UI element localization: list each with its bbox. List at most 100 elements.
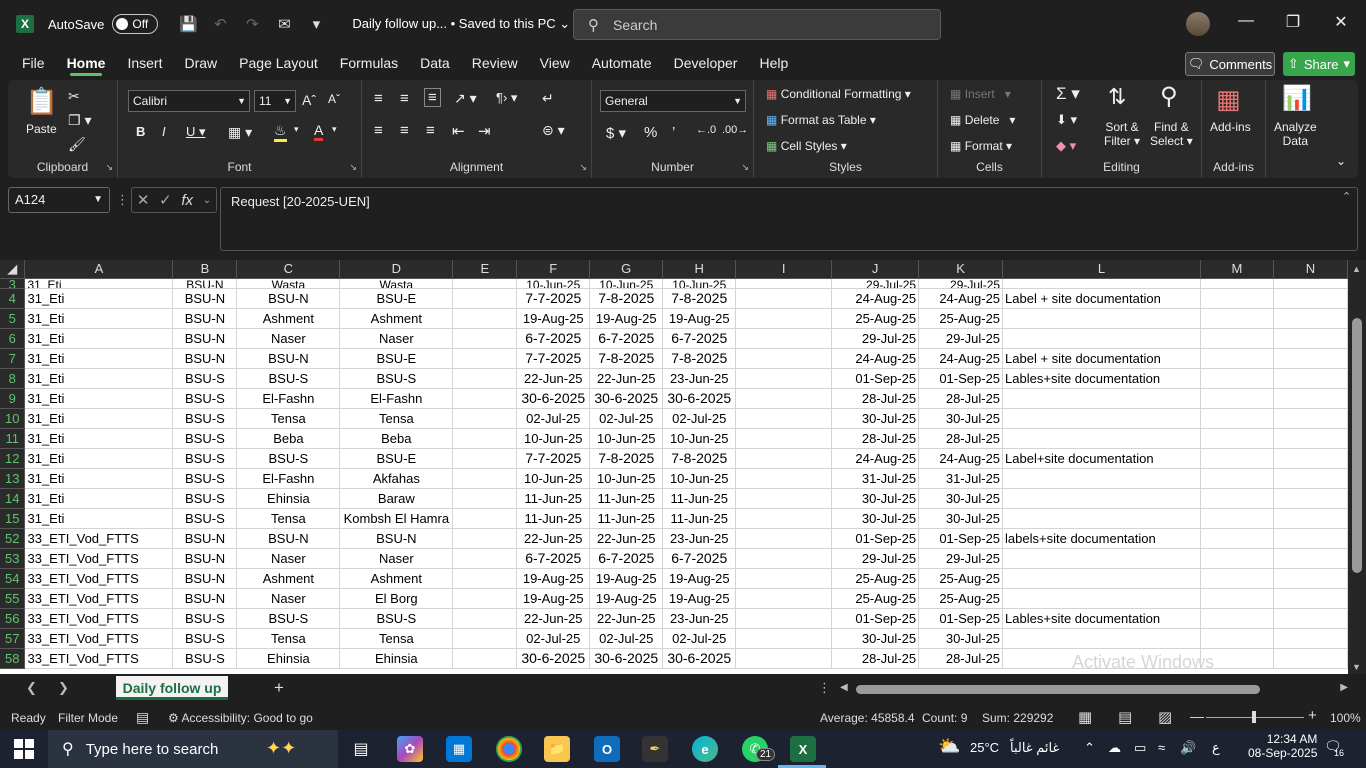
- column-header-k[interactable]: K: [918, 260, 1004, 279]
- search-input[interactable]: ⚲ Search: [573, 9, 941, 40]
- tab-view[interactable]: View: [529, 48, 581, 78]
- cell-d[interactable]: Akfahas: [339, 468, 454, 489]
- cell-m[interactable]: [1200, 368, 1274, 389]
- cell-a[interactable]: 31_Eti: [24, 288, 174, 309]
- wrap-text-icon[interactable]: ↵: [542, 90, 554, 107]
- cell-a[interactable]: 33_ETI_Vod_FTTS: [24, 588, 174, 609]
- launcher-icon[interactable]: ↘: [741, 162, 749, 173]
- row-header[interactable]: 55: [0, 588, 26, 609]
- cell-n[interactable]: [1273, 408, 1348, 429]
- cell-m[interactable]: [1200, 528, 1274, 549]
- cell-b[interactable]: BSU-S: [172, 448, 238, 469]
- cell-d[interactable]: Baraw: [339, 488, 454, 509]
- zoom-level[interactable]: 100%: [1330, 711, 1361, 725]
- cancel-icon[interactable]: ✕: [137, 191, 150, 209]
- row-header[interactable]: 57: [0, 628, 26, 649]
- cell-j[interactable]: 31-Jul-25: [831, 468, 920, 489]
- cell-b[interactable]: BSU-N: [172, 588, 238, 609]
- chrome-icon[interactable]: [496, 736, 522, 762]
- cell-j[interactable]: 24-Aug-25: [831, 448, 920, 469]
- cell-c[interactable]: Tensa: [236, 508, 341, 529]
- cell-n[interactable]: [1273, 488, 1348, 509]
- cell-l[interactable]: [1002, 508, 1201, 529]
- cell-f[interactable]: 30-6-2025: [516, 388, 591, 409]
- clear-icon[interactable]: ◆ ▾: [1056, 138, 1076, 154]
- cell-g[interactable]: 02-Jul-25: [589, 408, 664, 429]
- cell-e[interactable]: [452, 528, 518, 549]
- cell-m[interactable]: [1200, 348, 1274, 369]
- cell-j[interactable]: 30-Jul-25: [831, 408, 920, 429]
- cell-e[interactable]: [452, 288, 518, 309]
- cell-d[interactable]: BSU-E: [339, 348, 454, 369]
- cell-l[interactable]: [1002, 278, 1201, 289]
- cell-i[interactable]: [735, 388, 833, 409]
- autosum-icon[interactable]: Σ ▾: [1056, 84, 1080, 104]
- cell-m[interactable]: [1200, 648, 1274, 669]
- cell-a[interactable]: 31_Eti: [24, 488, 174, 509]
- cell-l[interactable]: [1002, 388, 1201, 409]
- cell-j[interactable]: 28-Jul-25: [831, 388, 920, 409]
- cell-c[interactable]: Naser: [236, 548, 341, 569]
- cell-f[interactable]: 6-7-2025: [516, 328, 591, 349]
- cell-k[interactable]: 01-Sep-25: [918, 368, 1004, 389]
- select-all-icon[interactable]: ◢: [0, 260, 26, 279]
- cell-e[interactable]: [452, 648, 518, 669]
- cell-h[interactable]: 7-8-2025: [662, 288, 737, 309]
- cell-b[interactable]: BSU-N: [172, 528, 238, 549]
- horizontal-scrollbar[interactable]: ◀ ▶: [840, 682, 1348, 696]
- cell-h[interactable]: 02-Jul-25: [662, 628, 737, 649]
- scroll-up-icon[interactable]: ▲: [1352, 264, 1361, 274]
- collapse-formula-icon[interactable]: ⌃: [1342, 190, 1351, 203]
- cell-i[interactable]: [735, 328, 833, 349]
- cell-n[interactable]: [1273, 428, 1348, 449]
- zoom-slider-handle[interactable]: [1252, 711, 1256, 723]
- increase-indent-icon[interactable]: ⇥: [478, 122, 491, 140]
- cell-i[interactable]: [735, 348, 833, 369]
- row-header[interactable]: 53: [0, 548, 26, 569]
- cell-h[interactable]: 30-6-2025: [662, 388, 737, 409]
- worksheet-grid[interactable]: ◢ ABCDEFGHIJKLMN 3 31_Eti BSU-N Wasta Wasta 1…: [0, 260, 1348, 674]
- cell-f[interactable]: 02-Jul-25: [516, 628, 591, 649]
- cell-l[interactable]: Label + site documentation: [1002, 348, 1201, 369]
- windows-start-icon[interactable]: [14, 739, 34, 759]
- tab-help[interactable]: Help: [748, 48, 799, 78]
- row-header[interactable]: 13: [0, 468, 26, 489]
- cell-b[interactable]: BSU-N: [172, 348, 238, 369]
- cell-a[interactable]: 31_Eti: [24, 308, 174, 329]
- macro-record-icon[interactable]: ▤: [136, 709, 149, 726]
- cell-k[interactable]: 30-Jul-25: [918, 508, 1004, 529]
- cell-h[interactable]: 10-Jun-25: [662, 468, 737, 489]
- cell-k[interactable]: 28-Jul-25: [918, 388, 1004, 409]
- cell-b[interactable]: BSU-S: [172, 408, 238, 429]
- cell-k[interactable]: 29-Jul-25: [918, 548, 1004, 569]
- cell-styles-button[interactable]: ▦ Cell Styles ▾: [766, 139, 847, 153]
- cell-b[interactable]: BSU-N: [172, 548, 238, 569]
- cell-c[interactable]: El-Fashn: [236, 468, 341, 489]
- cell-i[interactable]: [735, 548, 833, 569]
- row-header[interactable]: 4: [0, 288, 26, 309]
- cell-f[interactable]: 19-Aug-25: [516, 308, 591, 329]
- row-header[interactable]: 15: [0, 508, 26, 529]
- minimize-icon[interactable]: —: [1223, 12, 1269, 30]
- cell-f[interactable]: 7-7-2025: [516, 288, 591, 309]
- cell-n[interactable]: [1273, 288, 1348, 309]
- scroll-right-icon[interactable]: ▶: [1340, 682, 1348, 693]
- cell-g[interactable]: 02-Jul-25: [589, 628, 664, 649]
- cell-m[interactable]: [1200, 328, 1274, 349]
- cell-d[interactable]: Ashment: [339, 308, 454, 329]
- row-header[interactable]: 11: [0, 428, 26, 449]
- column-header-i[interactable]: I: [735, 260, 833, 279]
- orientation-icon[interactable]: ↗ ▾: [454, 90, 477, 107]
- cell-m[interactable]: [1200, 448, 1274, 469]
- row-header[interactable]: 3: [0, 278, 26, 289]
- tab-formulas[interactable]: Formulas: [329, 48, 409, 78]
- cell-h[interactable]: 11-Jun-25: [662, 508, 737, 529]
- cell-a[interactable]: 33_ETI_Vod_FTTS: [24, 548, 174, 569]
- cell-b[interactable]: BSU-S: [172, 488, 238, 509]
- cell-d[interactable]: Wasta: [339, 278, 454, 289]
- more-icon[interactable]: ⋮: [818, 680, 831, 696]
- autosave-toggle[interactable]: Off: [112, 14, 159, 34]
- cell-n[interactable]: [1273, 448, 1348, 469]
- cell-h[interactable]: 19-Aug-25: [662, 568, 737, 589]
- tab-developer[interactable]: Developer: [663, 48, 749, 78]
